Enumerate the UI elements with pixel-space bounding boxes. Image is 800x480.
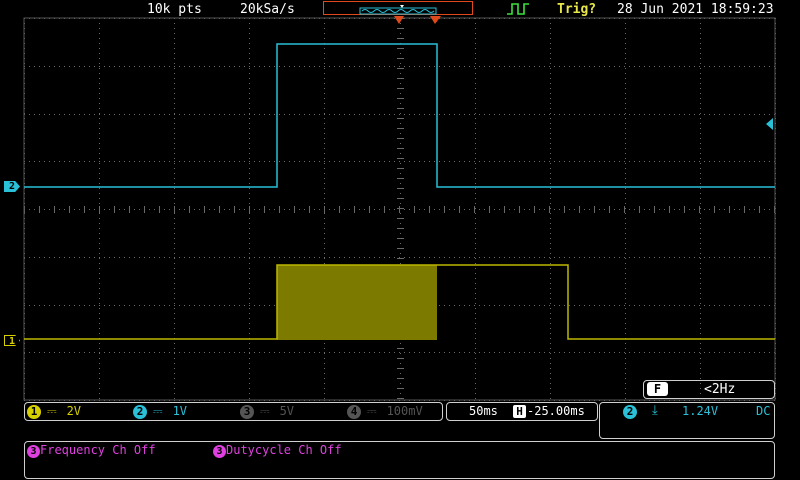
horizontal-position-badge: H	[513, 405, 526, 418]
channel-scale-panel: 1 ⎓ 2V 2 ⎓ 1V 3 ⎓ 5V 4 ⎓ 100mV	[24, 402, 443, 421]
channel-3-badge: 3	[240, 405, 254, 419]
channel-1-badge: 1	[27, 405, 41, 419]
trigger-source-badge: 2	[623, 405, 637, 419]
channel-4-badge: 4	[347, 405, 361, 419]
channel-4-scale: 100mV	[386, 404, 423, 418]
waveform-overview-icon	[359, 5, 437, 15]
dc-coupling-icon: ⎓	[260, 404, 270, 418]
filter-badge: F	[647, 382, 668, 396]
dc-coupling-icon: ⎓	[367, 404, 377, 418]
channel-2-scale: 1V	[172, 404, 188, 418]
timebase-panel[interactable]: 50ms H -25.00ms	[446, 402, 598, 421]
top-status-bar: 10k pts 20kSa/s Trig? 28 Jun 2021 18:59:…	[0, 0, 800, 20]
horizontal-position: -25.00ms	[527, 404, 585, 418]
measurement-1-text: Frequency Ch Off	[40, 443, 156, 457]
channel-4-status[interactable]: 4 ⎓ 100mV	[347, 404, 423, 419]
measurement-panel: 3 Frequency Ch Off 3 Dutycycle Ch Off	[24, 441, 775, 479]
graticule	[23, 17, 776, 401]
filter-value: <2Hz	[704, 382, 736, 397]
dc-coupling-icon: ⎓	[153, 404, 163, 418]
trigger-coupling: DC	[756, 404, 771, 418]
sample-rate: 20kSa/s	[240, 2, 295, 17]
date-time: 28 Jun 2021 18:59:23	[617, 2, 774, 17]
trigger-status: Trig?	[557, 2, 597, 17]
time-per-division: 50ms	[469, 404, 498, 418]
channel-2-status[interactable]: 2 ⎓ 1V	[133, 404, 187, 419]
channel-2-badge: 2	[133, 405, 147, 419]
falling-edge-icon: ⤓	[652, 403, 658, 418]
trigger-level: 1.24V	[682, 404, 719, 418]
memory-position-bar[interactable]	[323, 1, 473, 15]
record-length: 10k pts	[147, 2, 202, 17]
measurement-2-text: Dutycycle Ch Off	[226, 443, 342, 457]
measurement-frequency[interactable]: 3 Frequency Ch Off	[27, 443, 156, 458]
rising-edge-trigger-icon	[507, 3, 529, 15]
channel-3-scale: 5V	[279, 404, 295, 418]
measurement-dutycycle[interactable]: 3 Dutycycle Ch Off	[213, 443, 342, 458]
measurement-2-badge: 3	[213, 445, 226, 458]
dc-coupling-icon: ⎓	[47, 404, 57, 418]
filter-panel[interactable]: F <2Hz	[643, 380, 775, 399]
channel-2-waveform	[24, 43, 775, 188]
measurement-1-badge: 3	[27, 445, 40, 458]
trigger-level-marker[interactable]	[766, 118, 773, 130]
channel-1-dense-region	[277, 265, 437, 340]
trigger-panel[interactable]: 2 ⤓ 1.24V DC	[599, 402, 775, 439]
channel-1-status[interactable]: 1 ⎓ 2V	[27, 404, 81, 419]
channel-3-status[interactable]: 3 ⎓ 5V	[240, 404, 294, 419]
channel-1-scale: 2V	[66, 404, 82, 418]
